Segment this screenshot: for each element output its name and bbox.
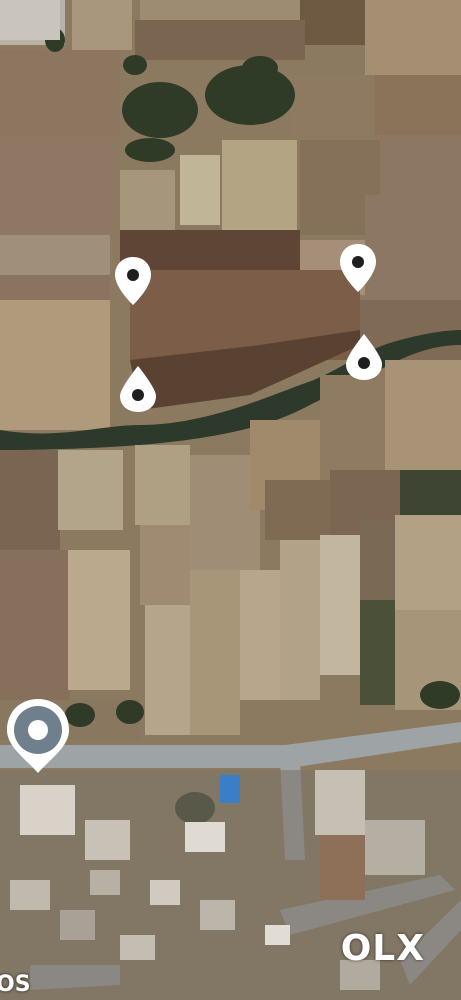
satellite-map[interactable] bbox=[0, 0, 461, 1000]
water-drop-icon[interactable] bbox=[344, 332, 384, 382]
location-dot-icon[interactable] bbox=[4, 697, 72, 775]
olx-watermark: OLX bbox=[340, 928, 425, 969]
map-pin-icon[interactable] bbox=[113, 255, 153, 307]
corner-label: OS bbox=[0, 972, 31, 997]
water-drop-icon[interactable] bbox=[118, 364, 158, 414]
map-pin-icon[interactable] bbox=[338, 242, 378, 294]
